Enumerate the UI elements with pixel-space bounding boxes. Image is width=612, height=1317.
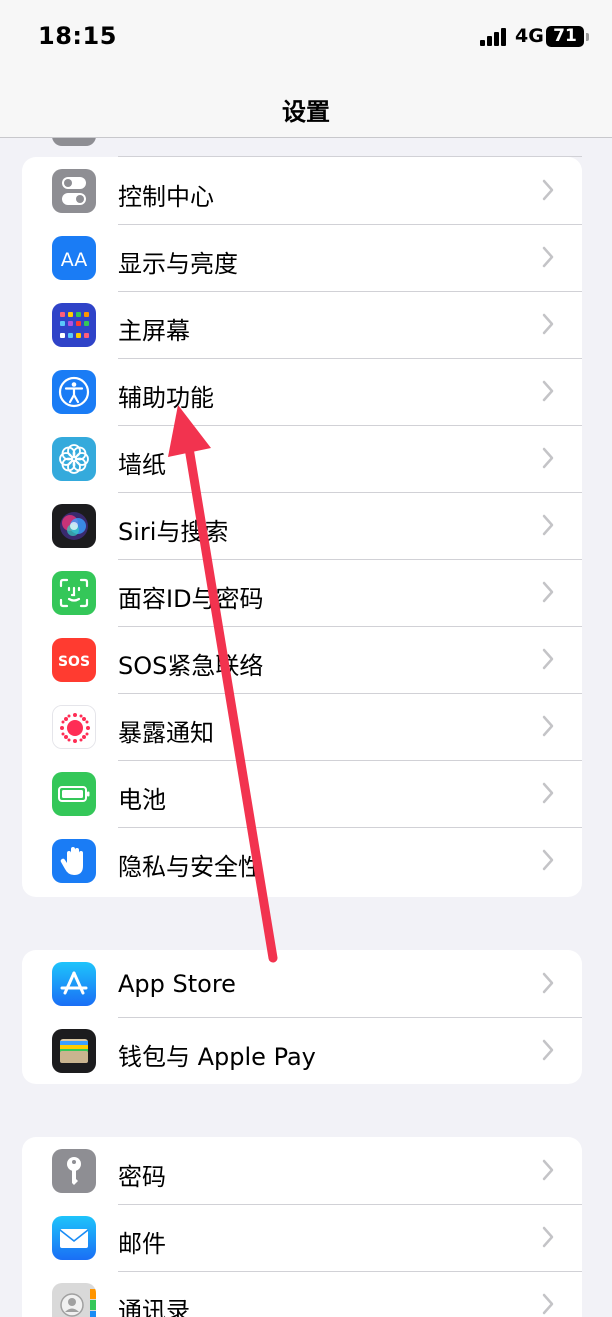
settings-group-apps: 密码 邮件 通讯录 [22,1137,582,1317]
row-label: 邮件 [118,1230,166,1258]
row-home-screen[interactable]: 主屏幕 [22,291,582,358]
chevron-right-icon [542,648,554,670]
row-emergency-sos[interactable]: SOS SOS紧急联络 [22,626,582,693]
row-accessibility[interactable]: 辅助功能 [22,358,582,425]
svg-text:AA: AA [61,249,88,271]
svg-text:SOS: SOS [58,654,90,670]
chevron-right-icon [542,715,554,737]
row-label: 控制中心 [118,183,214,211]
status-bar: 18:15 4G 71 [0,0,612,80]
divider [118,1271,582,1272]
chevron-right-icon [542,179,554,201]
row-label: 隐私与安全性 [118,853,262,881]
row-label: Siri与搜索 [118,518,229,546]
app-store-icon [52,962,96,1006]
wallpaper-icon [52,437,96,481]
wallet-icon [52,1029,96,1073]
contacts-icon [52,1283,96,1317]
row-label: 面容ID与密码 [118,585,264,613]
cellular-signal-icon [480,28,510,46]
row-label: 辅助功能 [118,384,214,412]
siri-icon [52,504,96,548]
home-screen-icon [52,303,96,347]
divider [118,1204,582,1205]
row-face-id-passcode[interactable]: 面容ID与密码 [22,559,582,626]
chevron-right-icon [542,849,554,871]
divider [118,291,582,292]
chevron-right-icon [542,246,554,268]
row-label: 墙纸 [118,451,166,479]
chevron-right-icon [542,1039,554,1061]
divider [118,425,582,426]
chevron-right-icon [542,1293,554,1315]
divider [118,224,582,225]
accessibility-icon [52,370,96,414]
control-center-icon [52,169,96,213]
page-title: 设置 [282,98,330,126]
row-label: 显示与亮度 [118,250,238,278]
row-label: 主屏幕 [118,317,190,345]
row-label: 通讯录 [118,1297,190,1317]
row-control-center[interactable]: 控制中心 [22,157,582,224]
privacy-hand-icon [52,839,96,883]
row-app-store[interactable]: App Store [22,950,582,1017]
row-label: 密码 [118,1163,166,1191]
key-icon [52,1149,96,1193]
divider [118,626,582,627]
chevron-right-icon [542,514,554,536]
chevron-right-icon [542,1159,554,1181]
chevron-right-icon [542,972,554,994]
divider [118,1017,582,1018]
settings-group-store: App Store 钱包与 Apple Pay [22,950,582,1084]
divider [118,827,582,828]
row-siri-search[interactable]: Siri与搜索 [22,492,582,559]
battery-icon [52,772,96,816]
row-label: 暴露通知 [118,719,214,747]
row-battery[interactable]: 电池 [22,760,582,827]
display-brightness-icon: AA [52,236,96,280]
row-label: App Store [118,970,236,998]
divider [118,693,582,694]
row-mail[interactable]: 邮件 [22,1204,582,1271]
row-passwords[interactable]: 密码 [22,1137,582,1204]
row-exposure-notifications[interactable]: 暴露通知 [22,693,582,760]
face-id-icon [52,571,96,615]
row-display-brightness[interactable]: AA 显示与亮度 [22,224,582,291]
row-label: 钱包与 Apple Pay [118,1043,316,1071]
network-type: 4G [515,25,544,47]
divider [118,358,582,359]
divider [118,559,582,560]
navigation-bar: 设置 [0,80,612,138]
exposure-notification-icon [52,705,96,749]
row-label: 电池 [118,786,166,814]
chevron-right-icon [542,581,554,603]
row-wallpaper[interactable]: 墙纸 [22,425,582,492]
chevron-right-icon [542,447,554,469]
chevron-right-icon [542,1226,554,1248]
divider [118,760,582,761]
battery-tip-icon [586,33,589,41]
row-privacy-security[interactable]: 隐私与安全性 [22,827,582,894]
mail-icon [52,1216,96,1260]
row-contacts[interactable]: 通讯录 [22,1271,582,1317]
row-label: SOS紧急联络 [118,652,264,680]
status-time: 18:15 [38,22,117,50]
divider [118,492,582,493]
chevron-right-icon [542,313,554,335]
chevron-right-icon [542,380,554,402]
sos-icon: SOS [52,638,96,682]
settings-group-general: 控制中心 AA 显示与亮度 主屏幕 辅助功能 墙纸 Siri与搜索 面容ID与密… [22,157,582,897]
battery-level: 71 [546,26,584,47]
chevron-right-icon [542,782,554,804]
row-wallet-apple-pay[interactable]: 钱包与 Apple Pay [22,1017,582,1084]
